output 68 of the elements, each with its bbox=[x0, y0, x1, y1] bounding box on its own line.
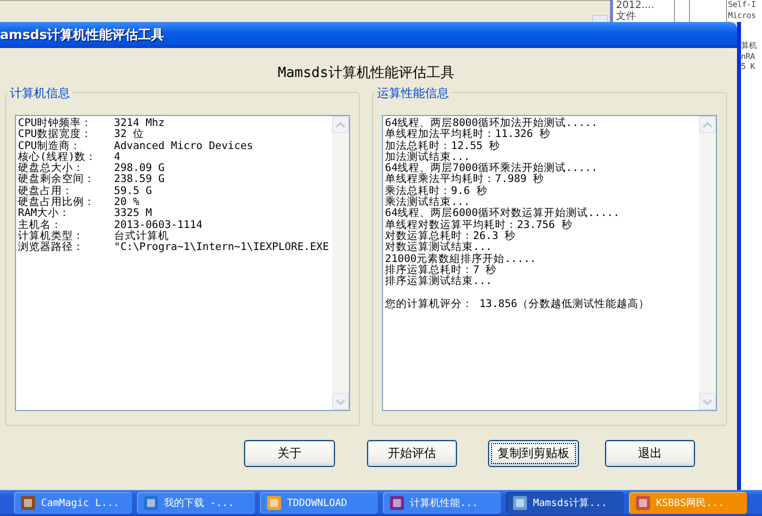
log-line: 排序运算总耗时：7 秒 bbox=[385, 264, 498, 276]
info-label: CPU制造商： bbox=[18, 140, 81, 152]
info-value: 298.09 G bbox=[114, 163, 165, 174]
window-title: amsds计算机性能评估工具 bbox=[0, 27, 164, 44]
info-value: 3214 Mhz bbox=[114, 118, 165, 129]
scroll-up-icon[interactable] bbox=[332, 116, 349, 133]
file-list-text: 2012.... bbox=[616, 0, 656, 11]
log-line: 排序运算测试结束... bbox=[385, 276, 493, 288]
log-line: 乘法测试结束... bbox=[385, 197, 470, 208]
info-value: 32 位 bbox=[114, 129, 144, 141]
file-list-text: nRA bbox=[741, 52, 756, 62]
info-value: Advanced Micro Devices bbox=[114, 140, 254, 152]
log-line: 21000元素数組排序开始..... bbox=[385, 254, 538, 265]
log-line: 乘法总耗时：9.6 秒 bbox=[385, 186, 488, 197]
taskbar-button[interactable]: TDDOWNLOAD bbox=[260, 492, 378, 514]
scrollbar[interactable] bbox=[332, 116, 349, 410]
dialog-button[interactable]: 关于 bbox=[244, 440, 334, 467]
info-label: RAM大小： bbox=[18, 208, 71, 220]
log-line: 对数运算测试结束... bbox=[385, 242, 493, 254]
log-line: 64线程、两层8000循环加法开始测试..... bbox=[385, 118, 599, 129]
scroll-down-icon[interactable] bbox=[699, 393, 716, 410]
log-text-area[interactable] bbox=[382, 115, 717, 411]
file-list-text: 算机 bbox=[741, 41, 758, 52]
taskbar-button[interactable]: 计算机性能... bbox=[383, 492, 501, 514]
info-label: 主机名： bbox=[18, 220, 62, 231]
info-label: 硬盘占用： bbox=[18, 186, 73, 197]
info-value: 3325 M bbox=[114, 208, 152, 220]
scrollbar[interactable] bbox=[699, 116, 716, 410]
info-label: 核心(线程)数： bbox=[18, 152, 98, 163]
file-list-text: Self-I bbox=[728, 0, 757, 10]
info-value: 59.5 G bbox=[114, 186, 152, 197]
info-label: CPU数据宽度： bbox=[18, 129, 93, 140]
info-value: 台式计算机 bbox=[114, 230, 169, 242]
group-title: 计算机信息 bbox=[8, 85, 72, 102]
dialog-button[interactable]: 开始评估 bbox=[366, 440, 457, 467]
file-list-text: 文件 bbox=[616, 11, 637, 22]
log-line: 64线程、两层7000循环乘法开始测试..... bbox=[385, 163, 599, 174]
info-label: 硬盘剩余空间： bbox=[18, 174, 96, 186]
group-title: 运算性能信息 bbox=[375, 85, 451, 102]
log-line: 对数运算总耗时：26.3 秒 bbox=[385, 230, 517, 242]
app-heading: Mamsds计算机性能评估工具 bbox=[276, 64, 456, 82]
info-label: 计算机类型： bbox=[18, 230, 85, 242]
log-line: 64线程、两层6000循环对数运算开始测试..... bbox=[385, 208, 621, 220]
scroll-up-icon[interactable] bbox=[699, 116, 716, 133]
file-list-text: Micros bbox=[728, 10, 757, 21]
taskbar-button[interactable]: Mamsds计算... bbox=[506, 492, 624, 514]
score-line: 您的计算机评分： 13.856（分数越低测试性能越高） bbox=[385, 298, 650, 310]
taskbar-button[interactable]: CamMagic L... bbox=[14, 492, 132, 514]
file-list-text: 5 K bbox=[741, 62, 756, 72]
info-label: 硬盘总大小： bbox=[18, 163, 85, 174]
info-value: 20 % bbox=[114, 197, 140, 208]
info-label: 硬盘占用比例： bbox=[18, 197, 96, 208]
log-line: 单线程加法平均耗时：11.326 秒 bbox=[385, 129, 552, 140]
log-line: 单线程乘法平均耗时：7.989 秒 bbox=[385, 174, 545, 186]
dialog-button[interactable]: 复制到剪贴板 bbox=[488, 440, 578, 467]
info-value: 2013-0603-1114 bbox=[114, 220, 203, 231]
log-line: 单线程对数运算平均耗时：23.756 秒 bbox=[385, 220, 574, 231]
dialog-button[interactable]: 退出 bbox=[604, 440, 695, 467]
info-value: "C:\Progra~1\Intern~1\IEXPLORE.EXE bbox=[114, 242, 329, 254]
taskbar-button[interactable]: 我的下载 -... bbox=[137, 492, 255, 514]
log-line: 加法总耗时：12.55 秒 bbox=[385, 140, 501, 152]
info-label: CPU时钟频率： bbox=[18, 118, 93, 129]
log-line: 加法测试结束... bbox=[385, 152, 471, 163]
info-value: 4 bbox=[114, 152, 120, 163]
scroll-down-icon[interactable] bbox=[332, 393, 349, 410]
info-value: 238.59 G bbox=[114, 174, 165, 186]
info-text-area[interactable] bbox=[15, 115, 350, 411]
info-label: 浏览器路径： bbox=[18, 242, 85, 254]
